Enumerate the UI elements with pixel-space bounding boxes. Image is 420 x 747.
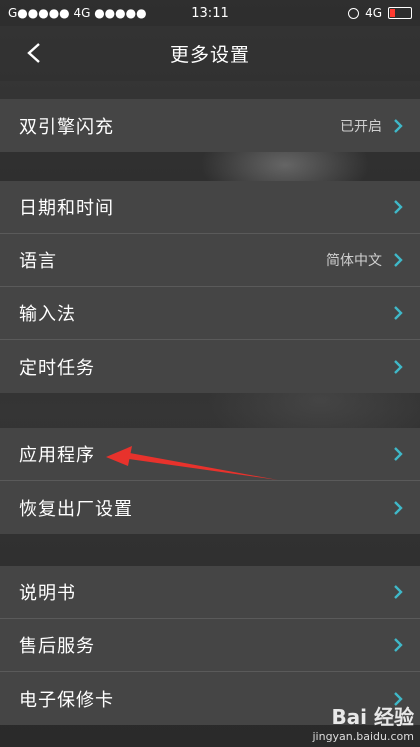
network-type: 4G [365, 6, 382, 20]
row-value: 简体中文 [326, 253, 382, 269]
row-label: 双引擎闪充 [19, 116, 114, 138]
chevron-right-icon [394, 118, 403, 133]
settings-row-factory-reset[interactable]: 恢复出厂设置 [0, 481, 420, 534]
settings-row-applications[interactable]: 应用程序 [0, 428, 420, 481]
settings-row-scheduled-tasks[interactable]: 定时任务 [0, 340, 420, 393]
row-value: 已开启 [340, 118, 382, 135]
settings-row-after-sales[interactable]: 售后服务 [0, 619, 420, 672]
alarm-icon [348, 7, 360, 19]
watermark-url: jingyan.baidu.com [312, 730, 414, 743]
chevron-right-icon [394, 359, 403, 374]
settings-group-charging: 双引擎闪充 已开启 [0, 99, 420, 152]
settings-row-dual-engine-charging[interactable]: 双引擎闪充 已开启 [0, 99, 420, 152]
row-label: 输入法 [19, 304, 76, 325]
battery-icon [388, 7, 412, 19]
chevron-right-icon [394, 306, 403, 320]
row-label: 日期和时间 [19, 198, 114, 219]
row-label: 语言 [19, 251, 57, 272]
settings-row-language[interactable]: 语言 简体中文 [0, 234, 420, 287]
chevron-right-icon [394, 585, 403, 599]
chevron-right-icon [394, 200, 403, 214]
carrier-signal: G●●●●● 4G ●●●●● [8, 6, 147, 20]
chevron-right-icon [394, 447, 403, 461]
watermark-brand: Bai 经验 [331, 705, 414, 729]
row-label: 定时任务 [19, 357, 95, 379]
row-label: 售后服务 [19, 636, 95, 657]
top-bar: 更多设置 [0, 26, 420, 81]
row-label: 应用程序 [19, 445, 95, 466]
back-arrow-icon[interactable] [24, 42, 46, 64]
baidu-watermark: Bai 经验 jingyan.baidu.com [312, 701, 414, 743]
settings-group-system: 日期和时间 语言 简体中文 输入法 定时任务 [0, 181, 420, 393]
row-label: 恢复出厂设置 [19, 498, 133, 520]
chevron-right-icon [394, 253, 403, 267]
row-label: 说明书 [19, 583, 76, 604]
chevron-right-icon [394, 638, 403, 652]
chevron-right-icon [394, 500, 403, 515]
page-title: 更多设置 [169, 44, 250, 66]
status-bar: G●●●●● 4G ●●●●● 13:11 4G [0, 0, 420, 26]
row-label: 电子保修卡 [19, 689, 114, 711]
settings-row-date-time[interactable]: 日期和时间 [0, 181, 420, 234]
settings-row-manual[interactable]: 说明书 [0, 566, 420, 619]
settings-row-input-method[interactable]: 输入法 [0, 287, 420, 340]
settings-group-apps: 应用程序 恢复出厂设置 [0, 428, 420, 534]
status-time: 13:11 [191, 5, 229, 21]
